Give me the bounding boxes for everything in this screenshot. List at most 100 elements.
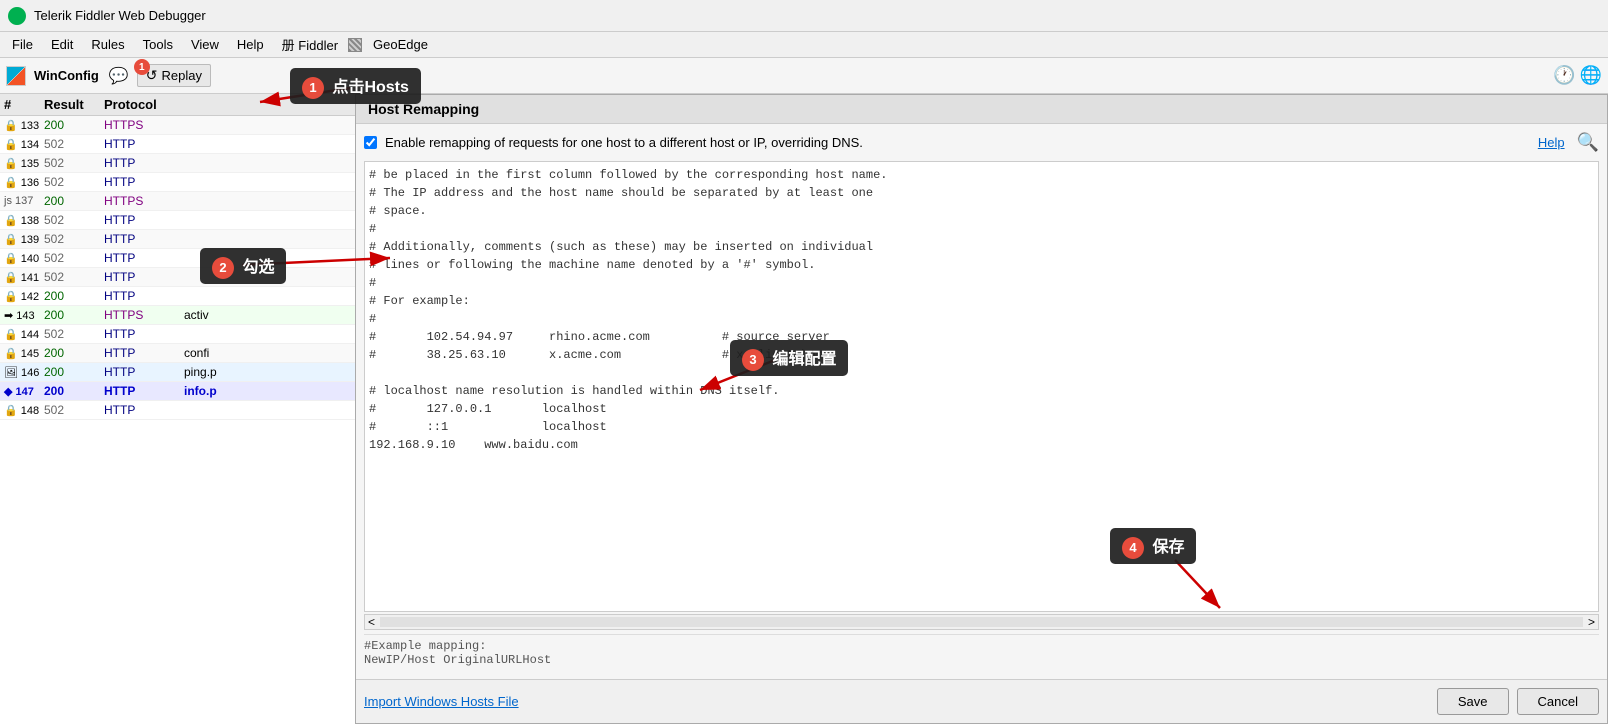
row-result: 200: [44, 194, 104, 208]
example-line1: #Example mapping:: [364, 639, 1599, 653]
table-row[interactable]: 🔒 134 502 HTTP: [0, 135, 359, 154]
table-row[interactable]: 🔒 135 502 HTTP: [0, 154, 359, 173]
col-protocol: Protocol: [104, 97, 184, 112]
table-row[interactable]: 🔒 136 502 HTTP: [0, 173, 359, 192]
row-protocol: HTTPS: [104, 308, 184, 322]
h-scrollbar[interactable]: < >: [364, 614, 1599, 630]
row-id: 🔒 141: [4, 271, 44, 284]
row-id: 🔒 138: [4, 214, 44, 227]
table-row[interactable]: 🔒 148 502 HTTP: [0, 401, 359, 420]
row-result: 502: [44, 232, 104, 246]
row-protocol: HTTP: [104, 327, 184, 341]
globe-icon: 🌐: [1580, 65, 1602, 86]
table-row[interactable]: 🔒 139 502 HTTP: [0, 230, 359, 249]
winconfig-label: WinConfig: [34, 68, 99, 83]
row-protocol: HTTPS: [104, 118, 184, 132]
import-link[interactable]: Import Windows Hosts File: [364, 694, 1429, 709]
menu-bar: File Edit Rules Tools View Help 册 Fiddle…: [0, 32, 1608, 58]
host-remapping-dialog: Host Remapping Enable remapping of reque…: [355, 94, 1608, 724]
row-id: 🔒 144: [4, 328, 44, 341]
row-protocol: HTTP: [104, 365, 184, 379]
toolbar: WinConfig 💬 1 ↺ Replay 🕐 🌐: [0, 58, 1608, 94]
title-bar: Telerik Fiddler Web Debugger: [0, 0, 1608, 32]
scroll-right-icon[interactable]: >: [1585, 615, 1598, 629]
table-row[interactable]: ➡ 143 200 HTTPS activ: [0, 306, 359, 325]
row-protocol: HTTP: [104, 270, 184, 284]
table-row[interactable]: 🔒 140 502 HTTP: [0, 249, 359, 268]
row-id: 🖼 146: [4, 366, 44, 379]
app-title: Telerik Fiddler Web Debugger: [34, 8, 206, 23]
row-result: 502: [44, 175, 104, 189]
replay-button[interactable]: 1 ↺ Replay: [137, 64, 211, 87]
menu-edit[interactable]: Edit: [43, 35, 81, 54]
row-result: 502: [44, 270, 104, 284]
editor-wrapper: # be placed in the first column followed…: [364, 161, 1599, 612]
row-protocol: HTTPS: [104, 194, 184, 208]
replay-label: Replay: [162, 68, 202, 83]
table-row[interactable]: 🔒 144 502 HTTP: [0, 325, 359, 344]
row-id: 🔒 134: [4, 138, 44, 151]
table-row[interactable]: 🔒 142 200 HTTP: [0, 287, 359, 306]
row-id: 🔒 135: [4, 157, 44, 170]
clock-icon: 🕐: [1553, 65, 1575, 86]
scrollbar-thumb[interactable]: [380, 617, 1583, 627]
dialog-title: Host Remapping: [356, 95, 1607, 124]
help-link[interactable]: Help: [1538, 135, 1565, 150]
text-editor[interactable]: # be placed in the first column followed…: [364, 161, 1599, 612]
row-result: 502: [44, 327, 104, 341]
row-protocol: HTTP: [104, 175, 184, 189]
table-row[interactable]: 🔒 138 502 HTTP: [0, 211, 359, 230]
row-id: 🔒 136: [4, 176, 44, 189]
row-result: 200: [44, 346, 104, 360]
row-result: 200: [44, 365, 104, 379]
row-url: confi: [184, 346, 355, 360]
cancel-button[interactable]: Cancel: [1517, 688, 1599, 715]
row-id: 🔒 133: [4, 119, 44, 132]
session-list: # Result Protocol 🔒 133 200 HTTPS 🔒 134 …: [0, 94, 360, 724]
row-protocol: HTTP: [104, 251, 184, 265]
row-id: 🔒 148: [4, 404, 44, 417]
scroll-left-icon[interactable]: <: [365, 615, 378, 629]
row-result: 200: [44, 289, 104, 303]
table-row[interactable]: 🔒 133 200 HTTPS: [0, 116, 359, 135]
row-result: 502: [44, 403, 104, 417]
row-result: 200: [44, 384, 104, 398]
row-result: 200: [44, 118, 104, 132]
menu-fiddler[interactable]: 册 Fiddler: [274, 33, 346, 56]
row-id: 🔒 142: [4, 290, 44, 303]
menu-tools[interactable]: Tools: [135, 35, 181, 54]
row-result: 502: [44, 213, 104, 227]
menu-help[interactable]: Help: [229, 35, 272, 54]
row-result: 502: [44, 156, 104, 170]
row-result: 502: [44, 137, 104, 151]
col-result: Result: [44, 97, 104, 112]
col-url: [184, 97, 355, 112]
session-header: # Result Protocol: [0, 94, 359, 116]
enable-checkbox[interactable]: [364, 136, 377, 149]
row-protocol: HTTP: [104, 137, 184, 151]
footer-example: #Example mapping: NewIP/Host OriginalURL…: [364, 634, 1599, 671]
row-protocol: HTTP: [104, 403, 184, 417]
chat-icon: 💬: [109, 66, 129, 86]
table-row[interactable]: 🔒 141 502 HTTP: [0, 268, 359, 287]
table-row[interactable]: 🔒 145 200 HTTP confi: [0, 344, 359, 363]
row-id: 🔒 145: [4, 347, 44, 360]
table-row[interactable]: 🖼 146 200 HTTP ping.p: [0, 363, 359, 382]
main-area: # Result Protocol 🔒 133 200 HTTPS 🔒 134 …: [0, 94, 1608, 724]
row-url: activ: [184, 308, 355, 322]
windows-icon: [6, 66, 26, 86]
inspect-icon: 🔍: [1577, 132, 1599, 153]
row-result: 200: [44, 308, 104, 322]
menu-file[interactable]: File: [4, 35, 41, 54]
table-row[interactable]: ◆ 147 200 HTTP info.p: [0, 382, 359, 401]
enable-label: Enable remapping of requests for one hos…: [385, 135, 1530, 150]
example-line2: NewIP/Host OriginalURLHost: [364, 653, 1599, 667]
menu-geoedge[interactable]: GeoEdge: [365, 35, 436, 54]
row-protocol: HTTP: [104, 232, 184, 246]
menu-rules[interactable]: Rules: [83, 35, 132, 54]
table-row[interactable]: js 137 200 HTTPS: [0, 192, 359, 211]
save-button[interactable]: Save: [1437, 688, 1509, 715]
enable-row: Enable remapping of requests for one hos…: [364, 132, 1599, 153]
menu-view[interactable]: View: [183, 35, 227, 54]
row-id: 🔒 140: [4, 252, 44, 265]
